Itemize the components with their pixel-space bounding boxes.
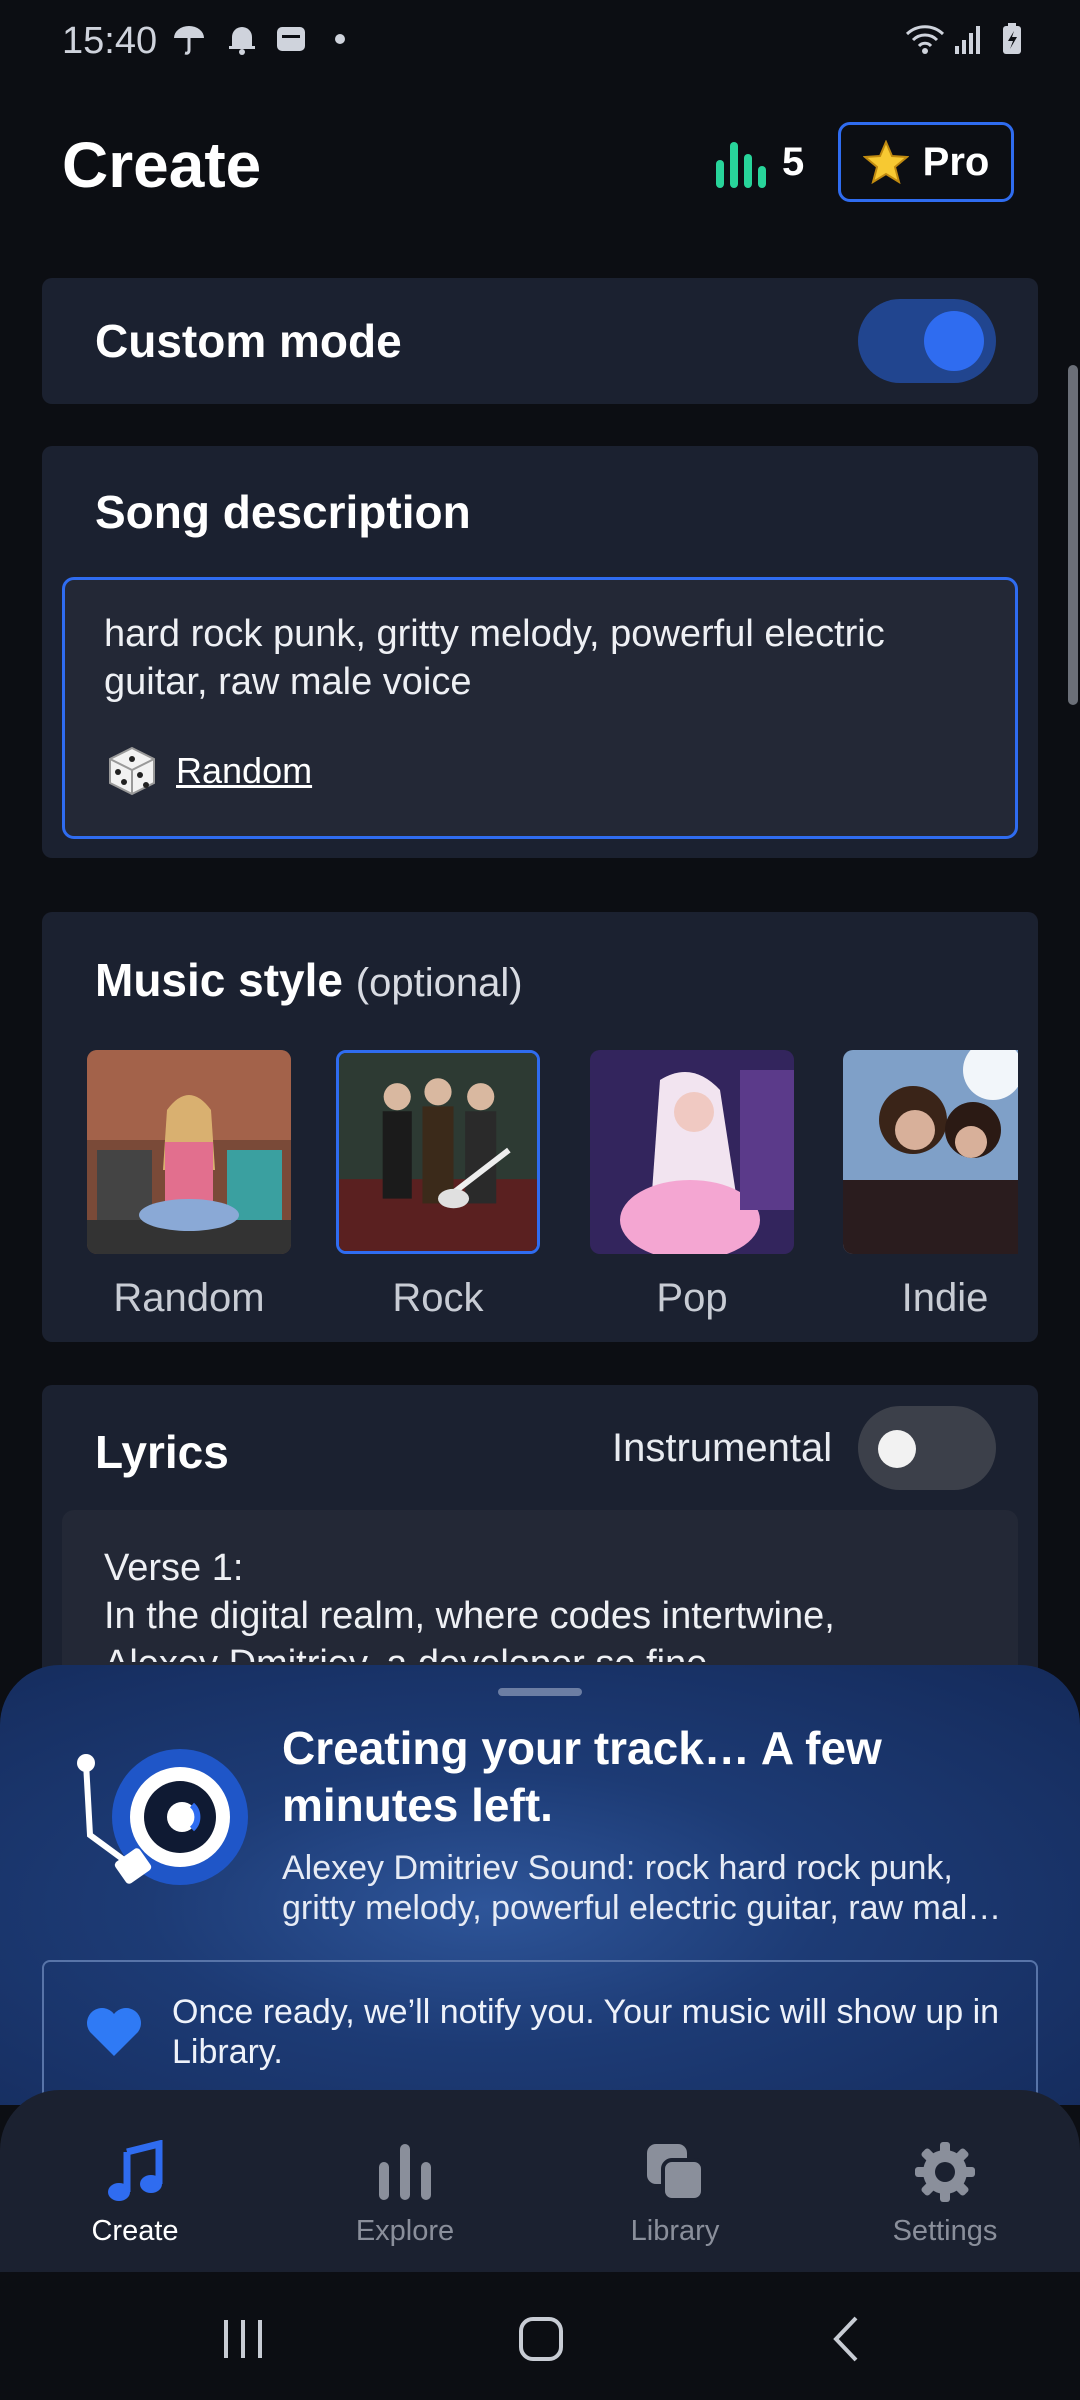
music-note-icon: [108, 2139, 163, 2201]
style-label-random: Random: [113, 1276, 265, 1320]
wifi-icon: [905, 25, 945, 54]
progress-subtitle: Alexey Dmitriev Sound: rock hard rock pu…: [282, 1849, 1002, 1927]
nav-settings[interactable]: Settings: [855, 2140, 1035, 2248]
random-button[interactable]: Random: [106, 745, 312, 797]
credits-icon: [716, 138, 766, 188]
pro-button[interactable]: Pro: [838, 122, 1014, 202]
style-label-rock: Rock: [392, 1276, 484, 1320]
scrollbar[interactable]: [1068, 365, 1078, 705]
dot-icon: [335, 34, 345, 44]
style-thumb-rock: [336, 1050, 540, 1254]
custom-mode-toggle[interactable]: [858, 299, 996, 383]
style-item-random[interactable]: Random: [87, 1050, 291, 1321]
style-carousel[interactable]: Random Rock Pop Indie: [0, 1050, 1018, 1340]
pro-label: Pro: [922, 139, 990, 184]
recent-apps-icon[interactable]: [218, 2316, 268, 2362]
nav-library[interactable]: Library: [585, 2140, 765, 2248]
page-title: Create: [62, 129, 262, 201]
nav-explore-label: Explore: [355, 2215, 455, 2247]
status-bar: 15:40: [0, 0, 1080, 80]
style-label-indie: Indie: [901, 1276, 989, 1320]
back-icon[interactable]: [826, 2314, 866, 2364]
nav-library-label: Library: [630, 2215, 720, 2247]
instrumental-toggle[interactable]: [858, 1406, 996, 1490]
lyrics-title: Lyrics: [95, 1426, 229, 1478]
library-icon: [647, 2144, 705, 2202]
style-thumb-indie: [843, 1050, 1018, 1254]
random-label: Random: [176, 750, 313, 791]
style-item-pop[interactable]: Pop: [590, 1050, 794, 1321]
dice-icon: [109, 746, 155, 796]
instrumental-label: Instrumental: [612, 1426, 833, 1470]
style-thumb-pop: [590, 1050, 794, 1254]
music-style-title: Music style (optional): [95, 954, 523, 1006]
star-icon: [862, 140, 909, 184]
style-item-indie[interactable]: Indie: [843, 1050, 1018, 1321]
bars-icon: [379, 2144, 431, 2200]
status-time: 15:40: [62, 20, 158, 62]
sheet-drag-handle[interactable]: [498, 1688, 582, 1696]
signal-icon: [955, 26, 980, 54]
nav-create[interactable]: Create: [45, 2139, 225, 2248]
heart-icon: [87, 2008, 141, 2056]
turntable-icon: [77, 1749, 248, 1885]
app-notification-icon: [277, 27, 305, 51]
bell-icon: [229, 27, 255, 55]
optional-label: (optional): [355, 961, 523, 1005]
song-description-value: hard rock punk, gritty melody, powerful …: [104, 613, 885, 703]
style-label-pop: Pop: [656, 1276, 728, 1320]
nav-create-label: Create: [91, 2215, 179, 2247]
gear-icon: [915, 2142, 975, 2202]
nav-explore[interactable]: Explore: [315, 2140, 495, 2248]
credits-count: 5: [782, 140, 805, 184]
style-thumb-random: [87, 1050, 291, 1254]
umbrella-icon: [174, 26, 204, 55]
home-icon[interactable]: [516, 2314, 566, 2364]
custom-mode-label: Custom mode: [95, 315, 402, 367]
lyrics-text: Verse 1: In the digital realm, where cod…: [104, 1547, 835, 1662]
song-description-title: Song description: [95, 486, 471, 538]
notify-text: Once ready, we’ll notify you. Your music…: [172, 1993, 1000, 2071]
style-item-rock[interactable]: Rock: [336, 1050, 540, 1321]
battery-icon: [1003, 23, 1021, 54]
nav-settings-label: Settings: [892, 2215, 998, 2247]
progress-title: Creating your track… A few minutes left.: [282, 1722, 882, 1831]
